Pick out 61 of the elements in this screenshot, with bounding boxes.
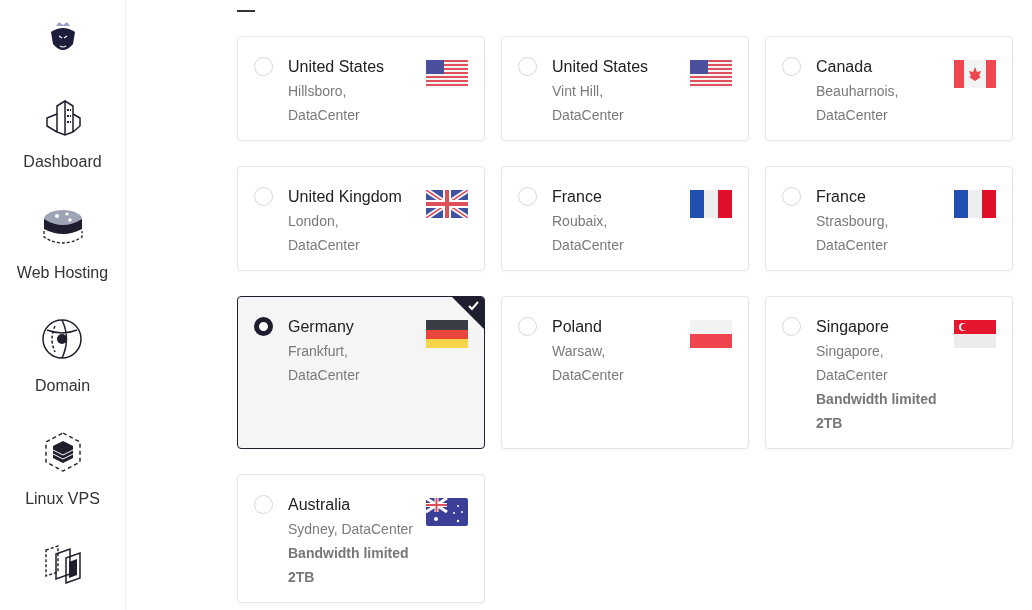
uk-flag-icon xyxy=(426,190,468,218)
us-flag-icon xyxy=(690,60,732,88)
location-card[interactable]: Australia Sydney, DataCenter Bandwidth limited 2TB xyxy=(237,474,485,603)
country-name: Poland xyxy=(552,317,603,337)
country-name: France xyxy=(816,187,867,207)
location-text: Vint Hill, xyxy=(552,82,605,101)
location-text: Beauharnois, xyxy=(816,82,900,101)
location-text: Warsaw, xyxy=(552,342,607,361)
location-text: DataCenter xyxy=(552,366,625,385)
location-text: Hillsboro, xyxy=(288,82,348,101)
poland-flag-icon xyxy=(690,320,732,348)
country-name: Australia xyxy=(288,495,352,515)
france-flag-icon xyxy=(954,190,996,218)
location-text: DataCenter xyxy=(816,106,889,125)
location-card[interactable]: United Kingdom London, DataCenter xyxy=(237,166,485,271)
location-card[interactable]: Germany Frankfurt, DataCenter xyxy=(237,296,485,449)
location-card[interactable]: France Strasbourg, DataCenter xyxy=(765,166,1013,271)
location-text: Strasbourg, xyxy=(816,212,890,231)
bandwidth-note: Bandwidth limited xyxy=(288,544,410,563)
location-text: Frankfurt, xyxy=(288,342,349,361)
location-card[interactable]: United States Vint Hill, DataCenter xyxy=(501,36,749,141)
germany-flag-icon xyxy=(426,320,468,348)
location-text: DataCenter xyxy=(816,236,889,255)
country-name: Germany xyxy=(288,317,355,337)
sidebar-item[interactable]: Web Hosting xyxy=(16,207,109,283)
us-flag-icon xyxy=(426,60,468,88)
location-text: London, xyxy=(288,212,340,231)
country-name: United States xyxy=(288,57,386,77)
sidebar-item[interactable]: Domain xyxy=(34,318,91,396)
location-card[interactable]: United States Hillsboro, DataCenter xyxy=(237,36,485,141)
check-corner-icon xyxy=(452,297,484,329)
radio-button[interactable] xyxy=(254,317,273,336)
france-flag-icon xyxy=(690,190,732,218)
location-card[interactable]: France Roubaix, DataCenter xyxy=(501,166,749,271)
globe-icon xyxy=(41,318,84,360)
location-text: DataCenter xyxy=(288,236,361,255)
sidebar-item[interactable]: Linux VPS xyxy=(25,431,100,509)
server-icon xyxy=(41,207,84,247)
location-text: DataCenter xyxy=(816,366,889,385)
canada-flag-icon xyxy=(954,60,996,88)
country-name: United Kingdom xyxy=(288,187,403,207)
country-name: United States xyxy=(552,57,650,77)
singapore-flag-icon xyxy=(954,320,996,348)
location-text: DataCenter xyxy=(552,236,625,255)
sidebar-item[interactable]: Dashboard xyxy=(23,98,102,172)
location-card[interactable]: Singapore Singapore, DataCenter Bandwidth limited 2TB xyxy=(765,296,1013,449)
australia-flag-icon xyxy=(426,498,468,526)
location-text: Singapore, xyxy=(816,342,885,361)
location-text: Sydney, DataCenter xyxy=(288,520,415,539)
location-card[interactable]: Poland Warsaw, DataCenter xyxy=(501,296,749,449)
bandwidth-note: 2TB xyxy=(288,568,316,587)
country-name: Singapore xyxy=(816,317,890,337)
country-name: Canada xyxy=(816,57,874,77)
location-text: DataCenter xyxy=(552,106,625,125)
bandwidth-note: Bandwidth limited xyxy=(816,390,938,409)
bandwidth-note: 2TB xyxy=(816,414,844,433)
location-text: DataCenter xyxy=(288,366,361,385)
location-card[interactable]: Canada Beauharnois, DataCenter xyxy=(765,36,1013,141)
country-name: France xyxy=(552,187,603,207)
location-text: DataCenter xyxy=(288,106,361,125)
location-text: Roubaix, xyxy=(552,212,609,231)
